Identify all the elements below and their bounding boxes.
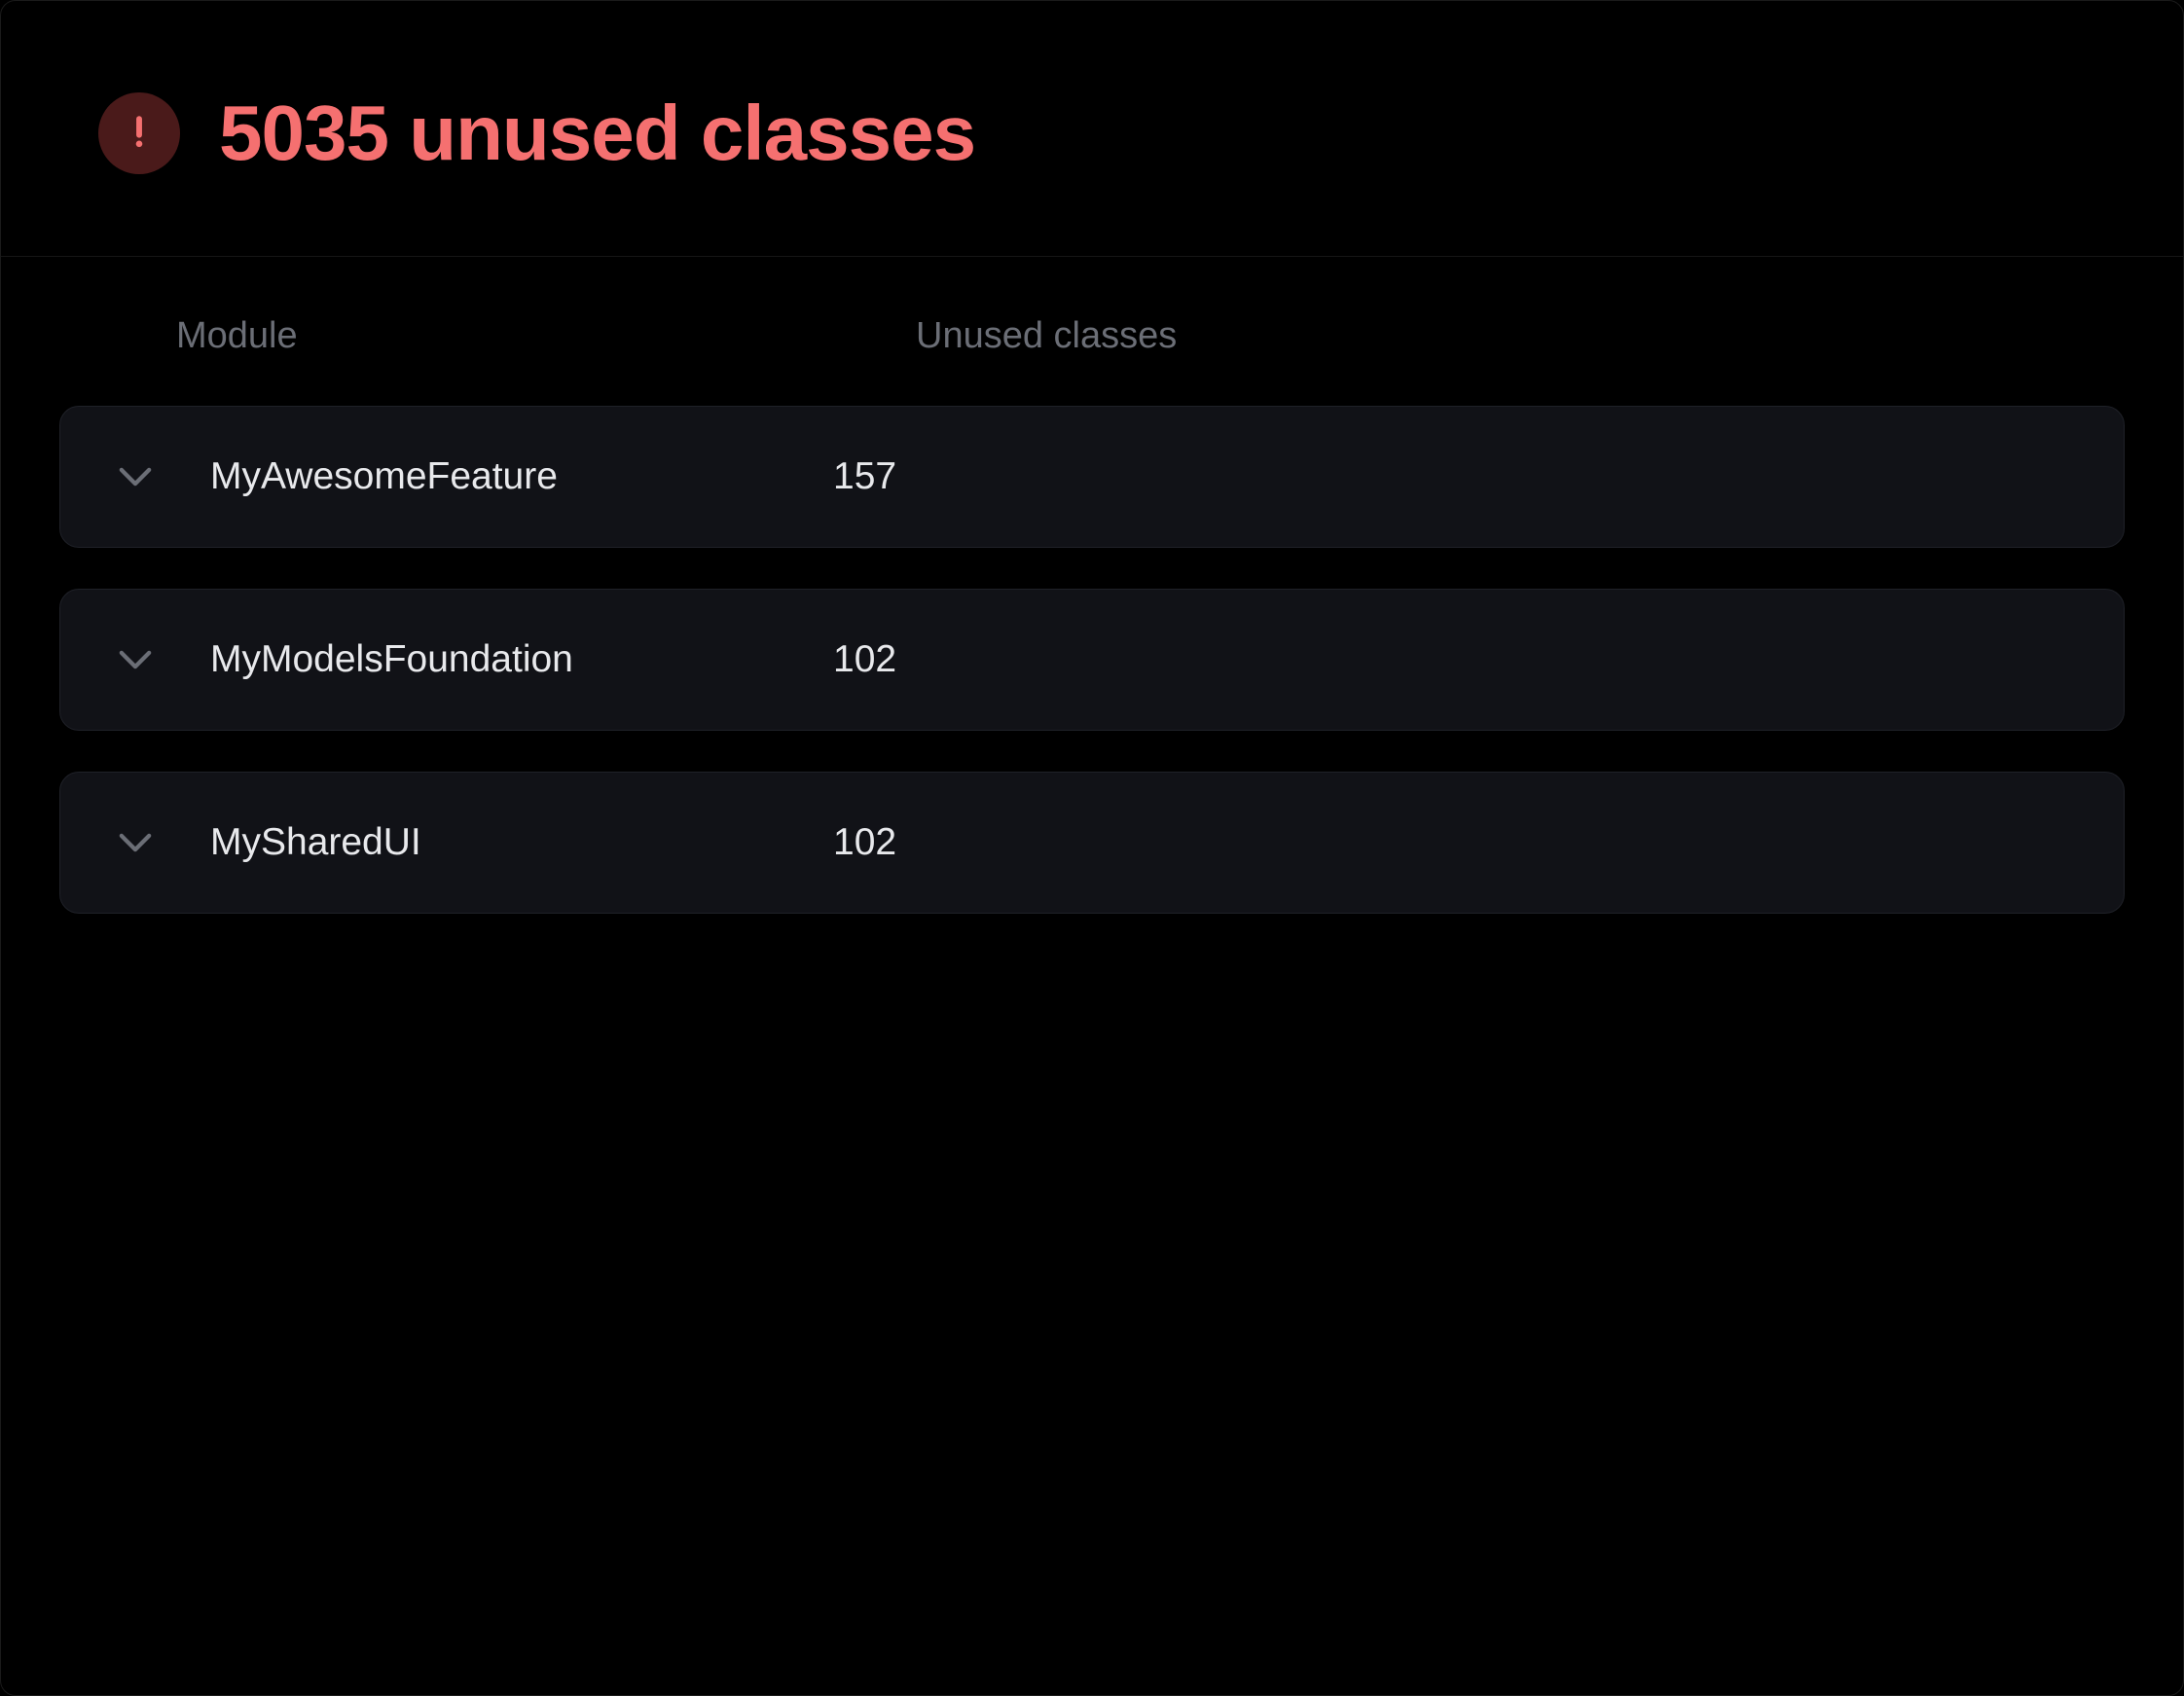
chevron-down-icon bbox=[119, 643, 152, 676]
warning-badge bbox=[98, 92, 180, 174]
table-header: Module Unused classes bbox=[59, 315, 2125, 406]
unused-count: 102 bbox=[833, 821, 896, 864]
table-row[interactable]: MyModelsFoundation 102 bbox=[59, 589, 2125, 731]
panel: 5035 unused classes Module Unused classe… bbox=[0, 0, 2184, 1696]
unused-count: 157 bbox=[833, 455, 896, 498]
column-header-module: Module bbox=[176, 315, 916, 357]
table-row[interactable]: MySharedUI 102 bbox=[59, 772, 2125, 914]
content-area: Module Unused classes MyAwesomeFeature 1… bbox=[1, 257, 2183, 914]
table-body: MyAwesomeFeature 157 MyModelsFoundation … bbox=[59, 406, 2125, 914]
module-name: MyModelsFoundation bbox=[210, 638, 833, 681]
page-title: 5035 unused classes bbox=[219, 89, 975, 178]
column-header-unused: Unused classes bbox=[916, 315, 1177, 357]
module-name: MySharedUI bbox=[210, 821, 833, 864]
unused-count: 102 bbox=[833, 638, 896, 681]
panel-header: 5035 unused classes bbox=[1, 1, 2183, 257]
chevron-down-icon bbox=[119, 460, 152, 493]
table-row[interactable]: MyAwesomeFeature 157 bbox=[59, 406, 2125, 548]
module-name: MyAwesomeFeature bbox=[210, 455, 833, 498]
chevron-down-icon bbox=[119, 826, 152, 859]
warning-icon bbox=[118, 110, 161, 158]
